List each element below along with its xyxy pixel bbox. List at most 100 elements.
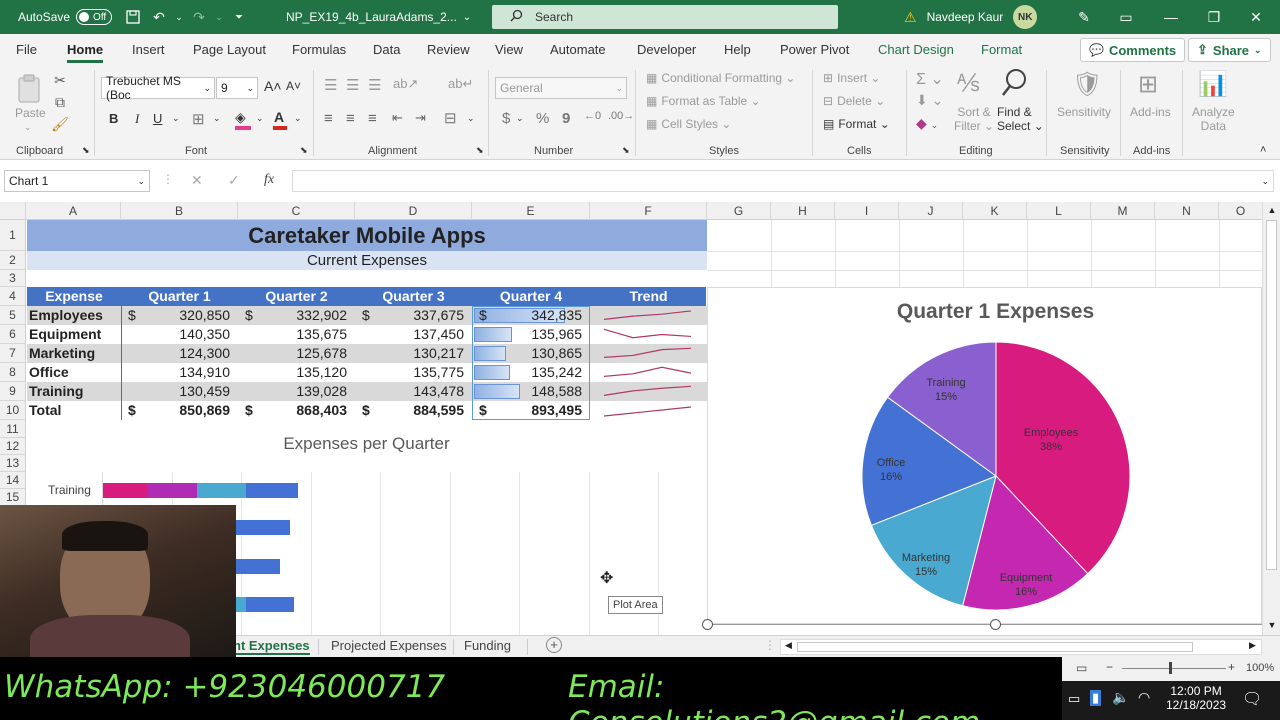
fill-color-dropdown-icon[interactable]: ⌄ — [256, 113, 264, 124]
tab-file[interactable]: File — [16, 42, 37, 57]
column-header[interactable]: E — [472, 202, 590, 220]
merge-dropdown-icon[interactable]: ⌄ — [467, 113, 475, 124]
row-header[interactable]: 11 — [0, 420, 26, 438]
minimize-icon[interactable]: — — [1148, 6, 1194, 28]
column-header[interactable]: G — [707, 202, 771, 220]
select-all-corner[interactable] — [0, 202, 26, 220]
user-name[interactable]: Navdeep Kaur — [927, 10, 1004, 24]
row-header[interactable]: 12 — [0, 438, 26, 455]
orientation-icon[interactable]: ab↗ — [393, 76, 418, 92]
find-select-button[interactable]: Find & Select ⌄ — [997, 105, 1044, 133]
currency-button[interactable]: $ — [502, 110, 510, 127]
clear-icon[interactable]: ◆ ⌄ — [916, 115, 938, 132]
conditional-formatting-button[interactable]: ▦ Conditional Formatting ⌄ — [646, 71, 795, 85]
increase-indent-icon[interactable]: ⇥ — [415, 110, 426, 126]
decrease-font-icon[interactable]: A˅ — [286, 79, 301, 93]
insert-function-button[interactable]: fx — [264, 172, 274, 188]
zoom-out-icon[interactable]: − — [1106, 660, 1113, 674]
sheet-tab-funding[interactable]: Funding — [464, 638, 511, 653]
column-header[interactable]: K — [963, 202, 1027, 220]
font-color-icon[interactable]: A — [273, 109, 287, 130]
resize-handle[interactable] — [990, 619, 1001, 630]
scroll-down-icon[interactable]: ▼ — [1263, 620, 1280, 630]
sparkline[interactable] — [590, 325, 707, 344]
column-header[interactable]: A — [26, 202, 121, 220]
redo-dropdown-icon[interactable]: ⌄ — [214, 6, 224, 28]
column-header[interactable]: I — [835, 202, 899, 220]
add-ins-button[interactable]: Add-ins — [1130, 105, 1171, 119]
column-header[interactable]: D — [355, 202, 472, 220]
font-size-select[interactable]: 9 ⌄ — [216, 77, 258, 99]
expense-label[interactable]: Office — [29, 363, 119, 382]
save-icon[interactable] — [122, 6, 144, 28]
value-cell[interactable]: 337,675 — [355, 306, 464, 325]
vertical-scrollbar[interactable]: ▲ ▼ — [1262, 202, 1280, 635]
align-bottom-icon[interactable]: ☰ — [368, 76, 381, 94]
column-header[interactable]: L — [1027, 202, 1091, 220]
pen-icon[interactable]: ✎ — [1064, 6, 1104, 28]
scroll-left-icon[interactable]: ◀ — [785, 640, 792, 651]
value-cell[interactable]: 884,595 — [355, 401, 464, 420]
find-select-icon[interactable] — [1000, 68, 1028, 101]
cell-styles-button[interactable]: ▦ Cell Styles ⌄ — [646, 117, 731, 131]
share-button[interactable]: ⇪ Share ⌄ — [1188, 38, 1271, 62]
increase-decimal-icon[interactable]: ←0 — [584, 110, 601, 122]
dialog-launcher-icon[interactable]: ⬊ — [82, 145, 90, 156]
row-header[interactable]: 7 — [0, 344, 26, 363]
sheet-title[interactable]: Caretaker Mobile Apps — [27, 220, 707, 251]
borders-icon[interactable]: ⊞ — [192, 110, 205, 128]
column-label[interactable]: Quarter 3 — [355, 287, 472, 306]
tab-page-layout[interactable]: Page Layout — [193, 42, 266, 57]
sparkline[interactable] — [590, 401, 707, 420]
increase-font-icon[interactable]: A˄ — [264, 78, 282, 94]
name-box[interactable]: Chart 1 ⌄ — [4, 170, 150, 192]
align-center-icon[interactable]: ≡ — [346, 110, 355, 127]
value-cell[interactable]: 137,450 — [355, 325, 464, 344]
search-box[interactable]: Search — [492, 5, 838, 29]
delete-cells-button[interactable]: ⊟ Delete ⌄ — [823, 94, 885, 108]
bar-segment[interactable] — [246, 483, 298, 498]
decrease-decimal-icon[interactable]: .00→ — [608, 110, 634, 122]
tab-automate[interactable]: Automate — [550, 42, 606, 57]
bar-segment[interactable] — [103, 483, 147, 498]
app-icon[interactable]: ▮ — [1090, 690, 1102, 706]
analyze-data-icon[interactable]: 📊 — [1198, 70, 1228, 99]
column-label[interactable]: Quarter 2 — [238, 287, 355, 306]
value-cell[interactable]: 124,300 — [121, 344, 230, 363]
column-header[interactable]: O — [1219, 202, 1262, 220]
row-header[interactable]: 10 — [0, 401, 26, 420]
column-header[interactable]: C — [238, 202, 355, 220]
italic-button[interactable]: I — [135, 111, 139, 127]
file-name[interactable]: NP_EX19_4b_LauraAdams_2... ⌄ — [286, 0, 471, 34]
cancel-icon[interactable]: ✕ — [191, 172, 203, 189]
column-label[interactable]: Quarter 1 — [121, 287, 238, 306]
row-header[interactable]: 6 — [0, 325, 26, 344]
dialog-launcher-icon[interactable]: ⬊ — [300, 145, 308, 156]
expense-label[interactable]: Employees — [29, 306, 119, 325]
warning-icon[interactable]: ⚠ — [904, 9, 917, 26]
sort-filter-icon[interactable]: ⅍ — [957, 70, 980, 98]
row-header[interactable]: 14 — [0, 472, 26, 489]
bar-segment[interactable] — [147, 483, 197, 498]
currency-dropdown-icon[interactable]: ⌄ — [516, 113, 524, 124]
tab-home[interactable]: Home — [67, 42, 104, 63]
column-header[interactable]: H — [771, 202, 835, 220]
customize-qat-icon[interactable]: ⏷ — [228, 6, 250, 28]
column-label[interactable]: Quarter 4 — [472, 287, 590, 306]
expense-label[interactable]: Total — [29, 401, 119, 420]
font-color-dropdown-icon[interactable]: ⌄ — [294, 113, 302, 124]
autosum-icon[interactable]: Σ ⌄ — [916, 69, 944, 89]
sparkline[interactable] — [590, 306, 707, 325]
row-header[interactable]: 3 — [0, 270, 26, 287]
restore-icon[interactable]: ❐ — [1194, 6, 1234, 28]
tab-power-pivot[interactable]: Power Pivot — [780, 42, 849, 57]
expense-label[interactable]: Training — [29, 382, 119, 401]
column-label[interactable]: Expense — [27, 287, 121, 306]
fill-color-icon[interactable]: ◈ — [235, 109, 251, 130]
wifi-icon[interactable]: ◠ — [1138, 689, 1150, 706]
column-header[interactable]: M — [1091, 202, 1155, 220]
notification-icon[interactable]: 🗨 — [1242, 689, 1262, 709]
resize-handle[interactable] — [702, 619, 713, 630]
row-header[interactable]: 8 — [0, 363, 26, 382]
insert-cells-button[interactable]: ⊞ Insert ⌄ — [823, 71, 880, 85]
